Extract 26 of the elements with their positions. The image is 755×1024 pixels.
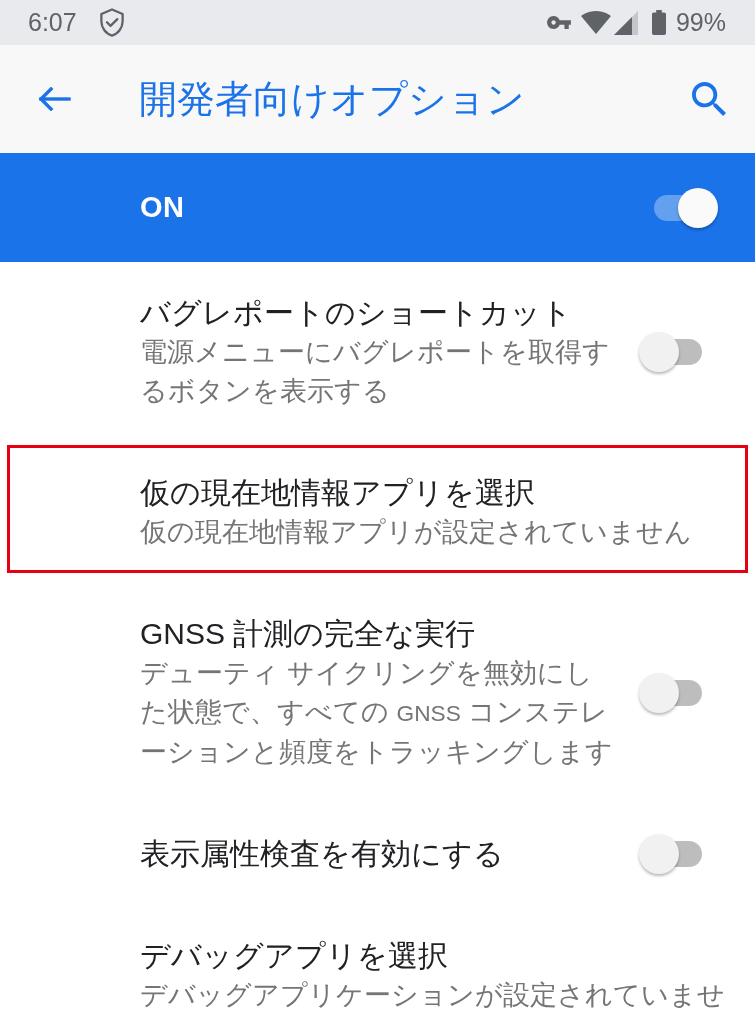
setting-summary: 仮の現在地情報アプリが設定されていません — [140, 516, 693, 549]
toggle-switch[interactable] — [654, 187, 718, 228]
back-button[interactable] — [38, 87, 71, 111]
toggle-switch[interactable] — [639, 834, 703, 874]
battery-icon — [651, 10, 666, 35]
setting-title: 仮の現在地情報アプリを選択 — [140, 475, 536, 511]
back-arrow-icon — [38, 87, 71, 111]
setting-summary: デューティ サイクリングを無効にした状態で、すべての GNSS コンステレーションと頻度をトラッキングします — [140, 657, 614, 769]
master-switch-label: ON — [140, 191, 185, 224]
setting-summary: 電源メニューにバグレポートを取得するボタンを表示する — [140, 336, 611, 408]
battery-percentage: 99% — [675, 10, 726, 35]
search-button[interactable] — [692, 82, 726, 116]
search-icon — [692, 82, 726, 116]
setting-title: デバッグアプリを選択 — [140, 938, 449, 974]
toggle-switch[interactable] — [639, 673, 703, 713]
setting-summary: デバッグアプリケーションが設定されていませ — [140, 979, 726, 1012]
status-time: 6:07 — [28, 10, 77, 35]
setting-title: バグレポートのショートカット — [140, 295, 573, 331]
screen-title: 開発者向けオプション — [139, 77, 525, 122]
toggle-switch[interactable] — [639, 332, 703, 372]
shield-check-icon — [97, 8, 126, 37]
wifi-icon — [580, 11, 611, 34]
signal-icon — [613, 10, 638, 35]
setting-title: GNSS 計測の完全な実行 — [140, 616, 477, 652]
key-icon — [546, 16, 571, 29]
setting-title: 表示属性検査を有効にする — [140, 836, 505, 872]
